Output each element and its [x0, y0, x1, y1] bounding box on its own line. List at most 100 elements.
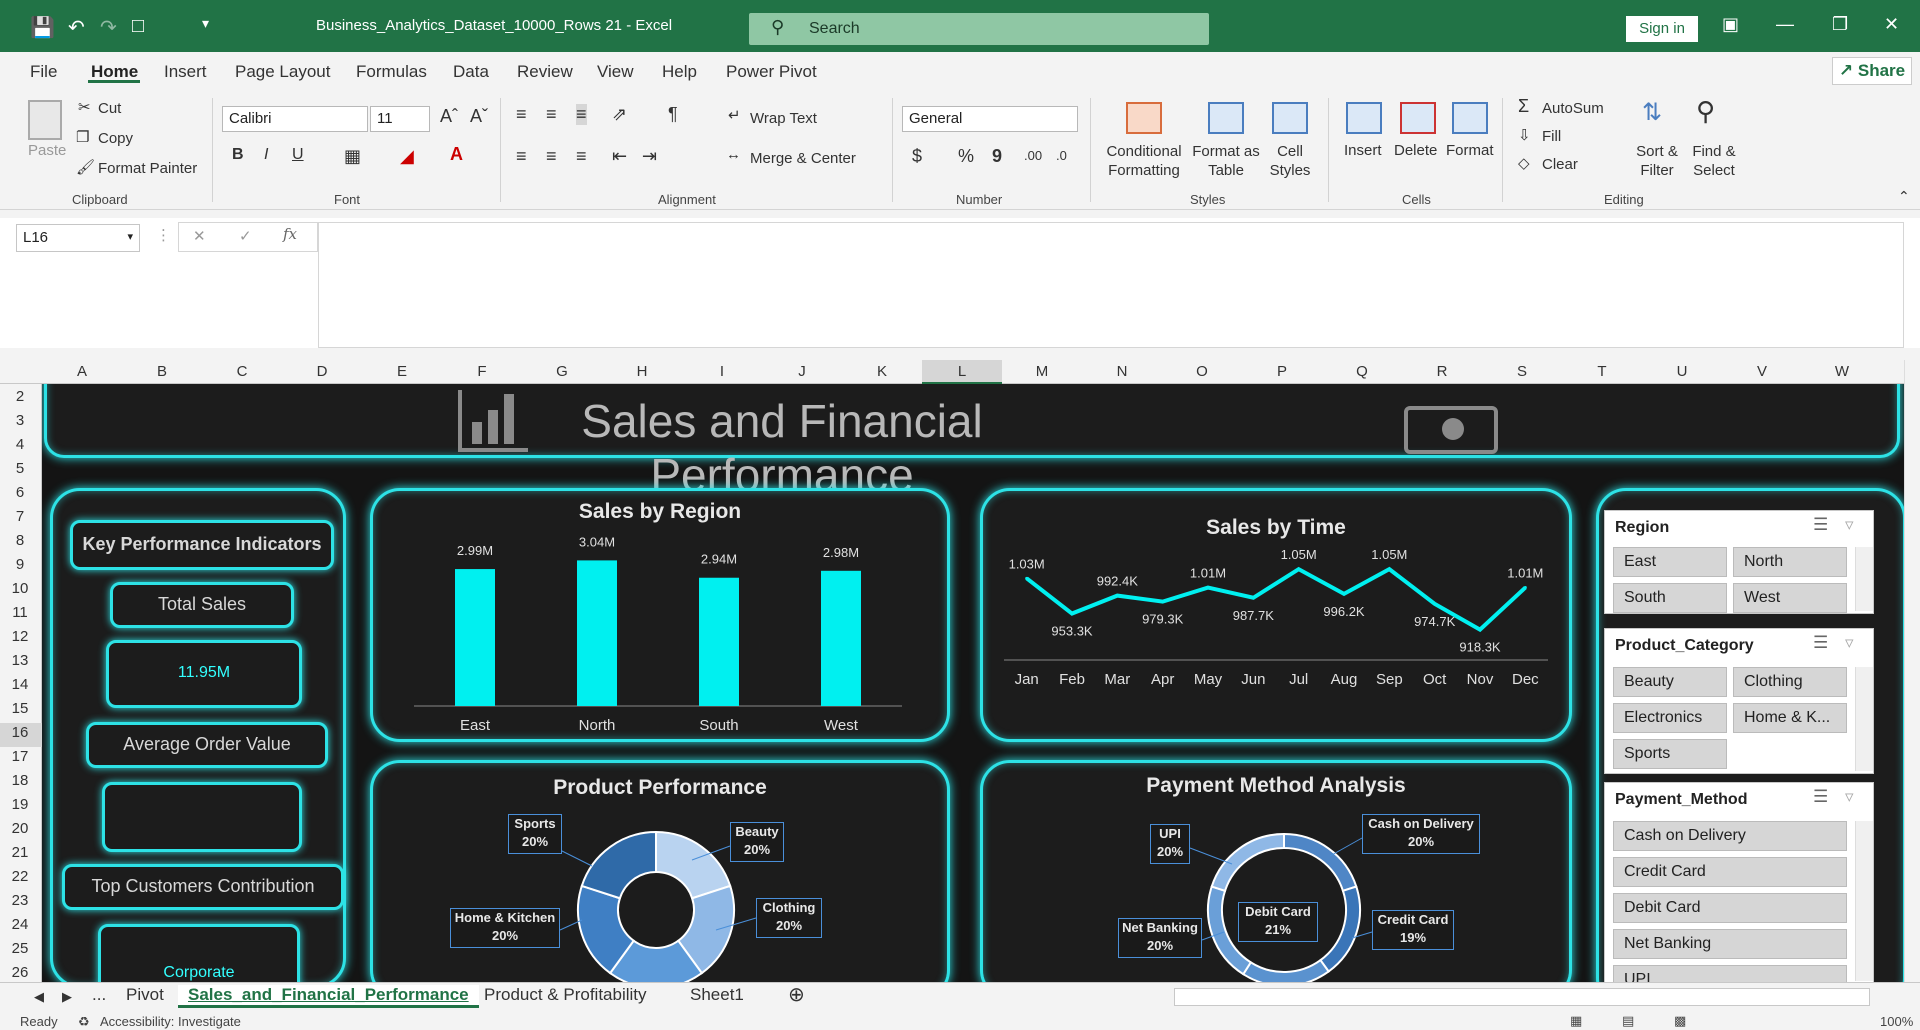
decrease-decimal-icon[interactable]: .0 — [1056, 148, 1067, 163]
row-header-21[interactable]: 21 — [0, 844, 40, 861]
share-button[interactable]: ↗ Share — [1832, 57, 1912, 85]
increase-font-icon[interactable]: Aˆ — [440, 106, 458, 127]
column-header-d[interactable]: D — [282, 363, 362, 380]
paste-icon[interactable] — [28, 100, 62, 140]
format-as-table-button[interactable]: Format as Table — [1190, 142, 1262, 180]
column-header-i[interactable]: I — [682, 363, 762, 380]
format-painter-button[interactable]: Format Painter — [98, 160, 197, 177]
delete-cells-button[interactable]: Delete — [1394, 142, 1437, 159]
row-header-7[interactable]: 7 — [0, 508, 40, 525]
cancel-icon[interactable]: ✕ — [193, 227, 206, 245]
column-header-k[interactable]: K — [842, 363, 922, 380]
slicer-scrollbar[interactable] — [1855, 821, 1873, 981]
new-file-icon[interactable]: □ — [132, 15, 144, 38]
sort-filter-button[interactable]: Sort & Filter — [1630, 142, 1684, 180]
slicer-item-upi[interactable]: UPI — [1613, 965, 1847, 982]
slicer-item-west[interactable]: West — [1733, 583, 1847, 613]
column-header-u[interactable]: U — [1642, 363, 1722, 380]
insert-cells-button[interactable]: Insert — [1344, 142, 1382, 159]
collapse-ribbon-icon[interactable]: ⌃ — [1898, 188, 1910, 205]
slicer-item-net-banking[interactable]: Net Banking — [1613, 929, 1847, 959]
slicer-scrollbar[interactable] — [1855, 547, 1873, 611]
tab-data[interactable]: Data — [453, 62, 489, 82]
slicer-item-clothing[interactable]: Clothing — [1733, 667, 1847, 697]
column-header-b[interactable]: B — [122, 363, 202, 380]
sheet-tab-pivot[interactable]: Pivot — [126, 985, 164, 1005]
fill-color-icon[interactable]: ◢ — [400, 146, 414, 167]
format-cells-button[interactable]: Format — [1446, 142, 1494, 159]
wrap-text-button[interactable]: Wrap Text — [750, 110, 817, 127]
row-header-13[interactable]: 13 — [0, 652, 40, 669]
next-sheet-icon[interactable]: ▶ — [62, 989, 72, 1005]
undo-icon[interactable]: ↶ — [68, 15, 85, 40]
redo-icon[interactable]: ↷ — [100, 15, 117, 40]
clear-filter-icon[interactable]: ▿ — [1845, 787, 1854, 807]
tab-formulas[interactable]: Formulas — [356, 62, 427, 82]
save-icon[interactable]: 💾 — [30, 15, 55, 40]
autosum-button[interactable]: AutoSum — [1542, 100, 1604, 117]
name-box[interactable]: L16 ▾ — [16, 224, 140, 252]
column-header-e[interactable]: E — [362, 363, 442, 380]
clear-filter-icon[interactable]: ▿ — [1845, 633, 1854, 653]
cut-button[interactable]: Cut — [98, 100, 121, 117]
row-header-16[interactable]: 16 — [0, 724, 40, 741]
column-header-a[interactable]: A — [42, 363, 122, 380]
row-header-4[interactable]: 4 — [0, 436, 40, 453]
decrease-font-icon[interactable]: Aˇ — [470, 106, 488, 127]
column-header-j[interactable]: J — [762, 363, 842, 380]
accessibility-status[interactable]: Accessibility: Investigate — [100, 1014, 241, 1029]
slicer-item-south[interactable]: South — [1613, 583, 1727, 613]
close-icon[interactable]: ✕ — [1884, 14, 1899, 35]
row-header-3[interactable]: 3 — [0, 412, 40, 429]
row-header-25[interactable]: 25 — [0, 940, 40, 957]
more-sheets-icon[interactable]: ... — [92, 985, 106, 1005]
row-header-23[interactable]: 23 — [0, 892, 40, 909]
column-header-l[interactable]: L — [922, 363, 1002, 380]
column-header-r[interactable]: R — [1402, 363, 1482, 380]
slicer-scrollbar[interactable] — [1855, 667, 1873, 771]
search-input[interactable]: ⚲ Search — [749, 13, 1209, 45]
percent-button[interactable]: % — [958, 146, 974, 167]
number-format-dropdown[interactable]: General — [902, 106, 1078, 132]
column-header-m[interactable]: M — [1002, 363, 1082, 380]
paste-button[interactable]: Paste — [28, 142, 66, 159]
row-header-6[interactable]: 6 — [0, 484, 40, 501]
multi-select-icon[interactable]: ☰ — [1813, 633, 1828, 653]
add-sheet-icon[interactable]: ⊕ — [788, 982, 805, 1007]
sheet-tab-sheet1[interactable]: Sheet1 — [690, 985, 744, 1005]
font-size-dropdown[interactable]: 11 — [370, 106, 430, 132]
zoom-level[interactable]: 100% — [1880, 1014, 1913, 1029]
slicer-item-east[interactable]: East — [1613, 547, 1727, 577]
clear-filter-icon[interactable]: ▿ — [1845, 515, 1854, 535]
row-header-12[interactable]: 12 — [0, 628, 40, 645]
tab-view[interactable]: View — [597, 62, 634, 82]
tab-page-layout[interactable]: Page Layout — [235, 62, 330, 82]
column-header-c[interactable]: C — [202, 363, 282, 380]
borders-icon[interactable]: ▦ — [344, 146, 361, 167]
slicer-item-sports[interactable]: Sports — [1613, 739, 1727, 769]
conditional-formatting-button[interactable]: Conditional Formatting — [1102, 142, 1186, 180]
font-color-icon[interactable]: A — [450, 144, 463, 165]
merge-center-button[interactable]: Merge & Center — [750, 150, 856, 167]
column-header-w[interactable]: W — [1802, 363, 1882, 380]
tab-file[interactable]: File — [30, 62, 57, 82]
column-header-h[interactable]: H — [602, 363, 682, 380]
slicer-item-debit-card[interactable]: Debit Card — [1613, 893, 1847, 923]
fill-button[interactable]: Fill — [1542, 128, 1561, 145]
column-header-v[interactable]: V — [1722, 363, 1802, 380]
restore-icon[interactable]: ❐ — [1832, 14, 1848, 35]
enter-icon[interactable]: ✓ — [239, 227, 252, 245]
tab-home[interactable]: Home — [91, 62, 138, 82]
tab-review[interactable]: Review — [517, 62, 573, 82]
row-header-10[interactable]: 10 — [0, 580, 40, 597]
vertical-scrollbar[interactable] — [1904, 360, 1920, 982]
column-header-t[interactable]: T — [1562, 363, 1642, 380]
row-header-22[interactable]: 22 — [0, 868, 40, 885]
column-header-n[interactable]: N — [1082, 363, 1162, 380]
ribbon-display-icon[interactable]: ▣ — [1722, 14, 1739, 35]
multi-select-icon[interactable]: ☰ — [1813, 515, 1828, 535]
increase-indent-icon[interactable]: ⇥ — [642, 146, 657, 167]
align-right-icon[interactable]: ≡ — [576, 146, 587, 167]
row-header-11[interactable]: 11 — [0, 604, 40, 621]
column-header-g[interactable]: G — [522, 363, 602, 380]
